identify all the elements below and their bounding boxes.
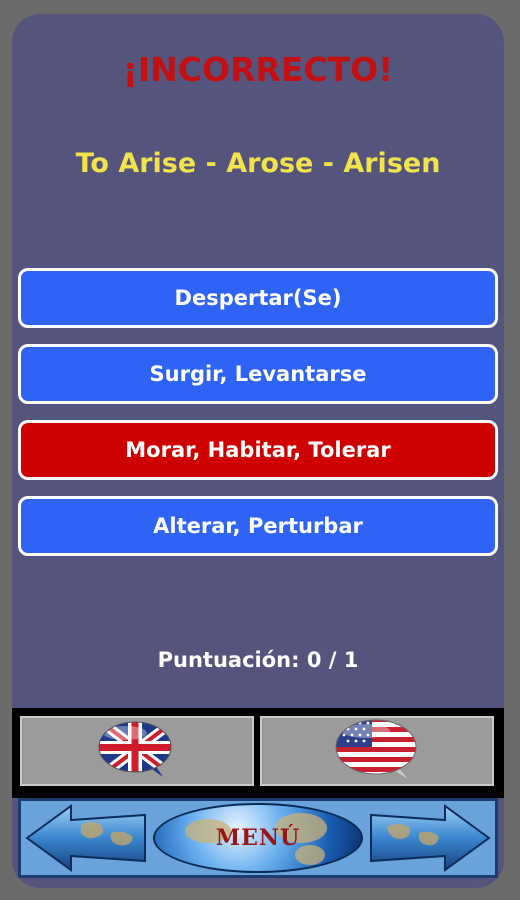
us-flag-bubble-icon: [334, 717, 420, 785]
language-bar: [12, 708, 504, 798]
option-1-button[interactable]: Despertar(Se): [18, 268, 498, 328]
english-us-button[interactable]: [260, 716, 494, 786]
english-uk-button[interactable]: [20, 716, 254, 786]
navigation-bar: MENÚ: [18, 798, 498, 878]
result-title: ¡INCORRECTO!: [122, 50, 394, 89]
menu-button[interactable]: MENÚ: [153, 803, 363, 873]
verb-forms: To Arise - Arose - Arisen: [75, 148, 441, 179]
option-4-button[interactable]: Alterar, Perturbar: [18, 496, 498, 556]
right-arrow-icon[interactable]: [367, 803, 491, 877]
uk-flag-bubble-icon: [97, 719, 177, 783]
option-3-button[interactable]: Morar, Habitar, Tolerar: [18, 420, 498, 480]
score-label: Puntuación: 0 / 1: [157, 648, 359, 672]
left-arrow-icon[interactable]: [25, 803, 149, 877]
menu-label: MENÚ: [215, 825, 301, 851]
answer-options: Despertar(Se) Surgir, Levantarse Morar, …: [18, 268, 498, 572]
app-screen: ¡INCORRECTO! To Arise - Arose - Arisen D…: [12, 14, 504, 888]
option-2-button[interactable]: Surgir, Levantarse: [18, 344, 498, 404]
